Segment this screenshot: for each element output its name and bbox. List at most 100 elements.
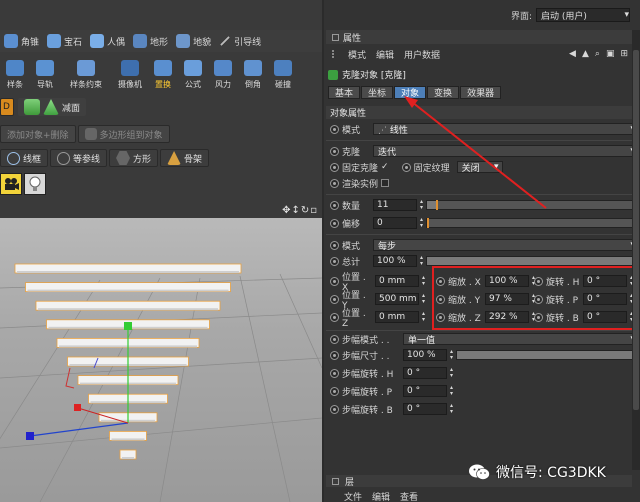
position-field[interactable]: 0 mm	[375, 311, 419, 323]
step-rotation-field[interactable]: 0 °	[403, 403, 447, 415]
count-radio[interactable]	[330, 200, 339, 210]
total-slider[interactable]	[426, 256, 640, 266]
toolbar-btn-spline[interactable]: 样条	[0, 54, 30, 92]
step-size-field[interactable]: 100 %	[403, 349, 447, 361]
position-radio[interactable]	[330, 276, 339, 286]
toolbar-btn-guide[interactable]: 引导线	[215, 30, 265, 52]
position-field[interactable]: 0 mm	[375, 275, 419, 287]
menu-user-data[interactable]: 用户数据	[404, 48, 440, 61]
toolbar-btn-skeleton[interactable]: 骨架	[160, 149, 210, 167]
lock-icon[interactable]: ▣	[606, 49, 615, 59]
menu-edit[interactable]: 编辑	[376, 48, 394, 61]
fix-clone-radio[interactable]	[330, 162, 339, 172]
offset-radio[interactable]	[330, 218, 339, 228]
viewport-nav-icons[interactable]: ✥↕↻▫	[282, 205, 318, 216]
polygon-group-to-object-button[interactable]: 多边形组到对象	[77, 125, 170, 143]
mode-radio[interactable]	[330, 124, 339, 134]
toolbar-btn-isoparms[interactable]: 等参线	[50, 149, 108, 167]
offset-slider[interactable]	[426, 218, 640, 228]
step-mode-radio[interactable]	[330, 334, 339, 344]
stepper-icon[interactable]: ▴▾	[422, 311, 425, 323]
mode2-radio[interactable]	[330, 240, 339, 250]
gizmo-z-handle[interactable]	[26, 432, 34, 440]
toolbar-btn-figure[interactable]: 人偶	[86, 30, 129, 52]
stepper-icon[interactable]: ▴▾	[450, 367, 453, 379]
toolbar-btn-spline-constraint[interactable]: 样条约束	[60, 54, 112, 92]
stepper-icon[interactable]: ▴▾	[450, 349, 453, 361]
tab-effectors[interactable]: 效果器	[460, 86, 502, 99]
count-slider[interactable]	[426, 200, 640, 210]
step-rotation-field[interactable]: 0 °	[403, 367, 447, 379]
step-rotation-radio[interactable]	[330, 386, 339, 396]
tab-basic[interactable]: 基本	[328, 86, 361, 99]
step-rotation-field[interactable]: 0 °	[403, 385, 447, 397]
toolbar-btn-displace[interactable]: 置换	[148, 54, 178, 92]
toolbar-btn-wind[interactable]: 风力	[208, 54, 238, 92]
toolbar-btn-fragment[interactable]: D	[0, 98, 14, 116]
layout-dropdown[interactable]: 启动 (用户) ▾	[536, 8, 630, 22]
stepper-icon[interactable]: ▴▾	[450, 403, 453, 415]
stepper-icon[interactable]: ▴▾	[420, 199, 423, 211]
up-arrow-icon[interactable]: ▲	[582, 49, 589, 59]
fix-clone-checkbox[interactable]: ✓	[381, 162, 389, 172]
clone-radio[interactable]	[330, 146, 339, 156]
toolbar-btn-rail[interactable]: 导轨	[30, 54, 60, 92]
step-rotation-radio[interactable]	[330, 368, 339, 378]
light-toolbar-button[interactable]	[24, 173, 46, 195]
stepper-icon[interactable]: ▴▾	[422, 293, 425, 305]
position-field[interactable]: 500 mm	[375, 293, 419, 305]
toolbar-btn-camera[interactable]: 摄像机	[112, 54, 148, 92]
position-radio[interactable]	[330, 312, 339, 322]
fix-texture-dropdown[interactable]: 关闭 ▾	[456, 161, 503, 174]
position-radio[interactable]	[330, 294, 339, 304]
toolbar-btn-gem[interactable]: 宝石	[43, 30, 86, 52]
scrollbar-thumb[interactable]	[633, 50, 639, 410]
count-field[interactable]: 11	[373, 199, 417, 211]
tab-transform[interactable]: 变换	[427, 86, 460, 99]
toolbar-btn-collision[interactable]: 碰撞	[268, 54, 298, 92]
step-rotation-radio[interactable]	[330, 404, 339, 414]
toolbar-btn-formula[interactable]: 公式	[178, 54, 208, 92]
tab-object[interactable]: 对象	[394, 86, 427, 99]
total-field[interactable]: 100 %	[373, 255, 417, 267]
search-icon[interactable]: ⌕	[595, 49, 600, 59]
step-rotation-label: 步幅旋转 . P	[342, 387, 393, 398]
total-radio[interactable]	[330, 256, 339, 266]
new-panel-icon[interactable]: ⊞	[620, 49, 628, 59]
stepper-icon[interactable]: ▴▾	[420, 217, 423, 229]
toolbar-btn-pyramid[interactable]: 角锥	[0, 30, 43, 52]
clone-dropdown[interactable]: 迭代 ▾	[373, 145, 639, 158]
gizmo-y-handle[interactable]	[124, 322, 132, 330]
stepper-icon[interactable]: ▴▾	[450, 385, 453, 397]
stepper-icon[interactable]: ▴▾	[420, 255, 423, 267]
attributes-scrollbar[interactable]	[632, 30, 640, 470]
count-slider-mark[interactable]	[435, 200, 438, 210]
layers-menu-file[interactable]: 文件	[344, 490, 362, 502]
gizmo-x-handle[interactable]	[74, 404, 81, 411]
camera-toolbar-button[interactable]	[0, 173, 22, 195]
stepper-icon[interactable]: ▴▾	[422, 275, 425, 287]
render-instance-checkbox[interactable]	[381, 179, 390, 187]
toolbar-btn-bevel[interactable]: 倒角	[238, 54, 268, 92]
add-object-delete-button[interactable]: 添加对象+删除	[0, 125, 76, 143]
toolbar-btn-relief[interactable]: 地貌	[172, 30, 215, 52]
step-mode-dropdown[interactable]: 单一值 ▾	[403, 333, 639, 346]
offset-field[interactable]: 0	[373, 217, 417, 229]
back-arrow-icon[interactable]: ◀	[569, 49, 576, 59]
render-instance-radio[interactable]	[330, 178, 339, 188]
layers-menu-view[interactable]: 查看	[400, 490, 418, 502]
fix-texture-radio[interactable]	[401, 162, 411, 172]
toolbar-btn-box[interactable]: 方形	[109, 149, 159, 167]
step-size-slider[interactable]	[456, 350, 640, 360]
toolbar-btn-wireframe[interactable]: 线框	[0, 149, 49, 167]
tab-coord[interactable]: 坐标	[361, 86, 394, 99]
3d-viewport[interactable]	[0, 218, 322, 502]
mode-dropdown[interactable]: ⋰ 线性 ▾	[373, 123, 639, 136]
toolbar-btn-polygon-reduction[interactable]: 减面	[18, 98, 87, 116]
offset-slider-mark[interactable]	[427, 218, 430, 228]
layers-menu-edit[interactable]: 编辑	[372, 490, 390, 502]
mode2-dropdown[interactable]: 每步 ▾	[373, 239, 639, 252]
step-size-radio[interactable]	[330, 350, 339, 360]
toolbar-btn-landscape[interactable]: 地形	[129, 30, 172, 52]
menu-mode[interactable]: 模式	[348, 48, 366, 61]
